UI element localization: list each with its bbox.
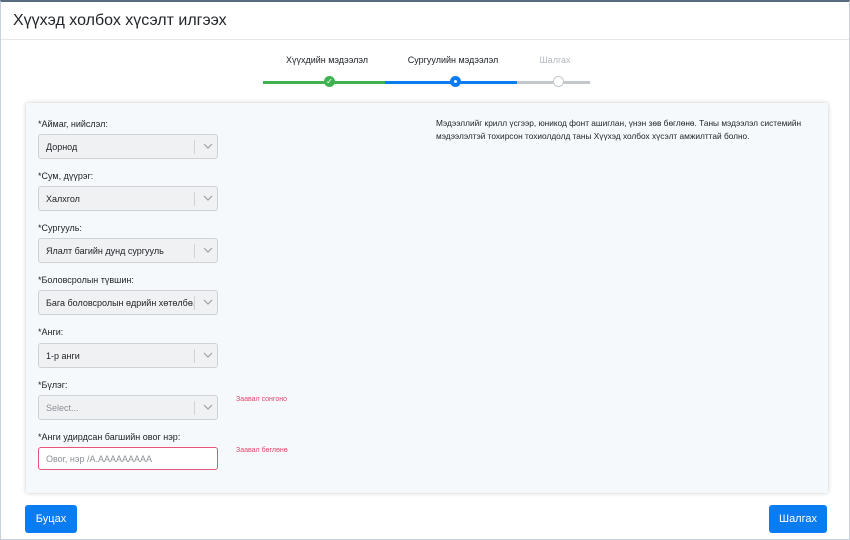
school-value: Ялалт багийн дунд сургууль — [46, 246, 164, 256]
chevron-down-icon[interactable] — [203, 245, 213, 255]
chevron-down-icon[interactable] — [203, 193, 213, 203]
select-separator — [194, 349, 195, 363]
step-label-child-info: Хүүхдийн мэдээлэл — [285, 55, 369, 65]
grade-value: 1-р анги — [46, 351, 80, 361]
progress-stepper: Хүүхдийн мэдээлэл Сургуулийн мэдээлэл Ша… — [1, 40, 849, 90]
step-label-review: Шалгах — [539, 55, 571, 65]
info-text: Мэдээллийг крилл үсгээр, юникод фонт аши… — [436, 118, 802, 141]
school-info-card: *Аймаг, нийслэл: Дорнод *Сум, дүүрэг: Ха… — [26, 103, 828, 493]
submit-check-button[interactable]: Шалгах — [769, 505, 827, 533]
grade-label: *Анги: — [38, 327, 64, 337]
teacher-name-input[interactable] — [46, 448, 216, 469]
dialog-window: Хүүхэд холбох хүсэлт илгээх Хүүхдийн мэд… — [0, 0, 850, 540]
back-button[interactable]: Буцах — [25, 505, 77, 533]
check-icon: ✓ — [324, 76, 335, 87]
chevron-down-icon[interactable] — [203, 141, 213, 151]
chevron-down-icon[interactable] — [203, 350, 213, 360]
province-value: Дорнод — [46, 142, 78, 152]
step-indicator-pending — [553, 76, 564, 87]
group-label: *Бүлэг: — [38, 380, 68, 390]
teacher-name-error-message: Заавал бөглөнө — [236, 447, 288, 454]
select-separator — [194, 192, 195, 206]
grade-select[interactable]: 1-р анги — [38, 343, 218, 368]
province-label: *Аймаг, нийслэл: — [38, 119, 108, 129]
group-placeholder: Select... — [46, 403, 79, 413]
chevron-down-icon[interactable] — [203, 402, 213, 412]
province-select[interactable]: Дорнод — [38, 134, 218, 159]
select-separator — [194, 296, 195, 310]
select-separator — [194, 401, 195, 415]
school-select[interactable]: Ялалт багийн дунд сургууль — [38, 238, 218, 263]
school-label: *Сургууль: — [38, 223, 82, 233]
select-separator — [194, 244, 195, 258]
district-value: Халхгол — [46, 194, 80, 204]
step-indicator-active — [450, 76, 461, 87]
dialog-header: Хүүхэд холбох хүсэлт илгээх — [1, 2, 849, 40]
group-error-message: Заавал сонгоно — [236, 396, 287, 403]
teacher-name-label: *Анги удирдсан багшийн овог нэр: — [38, 432, 181, 442]
education-level-value: Бага боловсролын өдрийн хөтөлбө... — [46, 298, 194, 308]
group-select[interactable]: Select... — [38, 395, 218, 420]
district-select[interactable]: Халхгол — [38, 186, 218, 211]
education-level-select[interactable]: Бага боловсролын өдрийн хөтөлбө... — [38, 290, 218, 315]
teacher-name-field[interactable] — [38, 447, 218, 470]
select-separator — [194, 140, 195, 154]
chevron-down-icon[interactable] — [203, 297, 213, 307]
dialog-title: Хүүхэд холбох хүсэлт илгээх — [13, 12, 227, 29]
district-label: *Сум, дүүрэг: — [38, 171, 94, 181]
education-level-label: *Боловсролын түвшин: — [38, 275, 134, 285]
